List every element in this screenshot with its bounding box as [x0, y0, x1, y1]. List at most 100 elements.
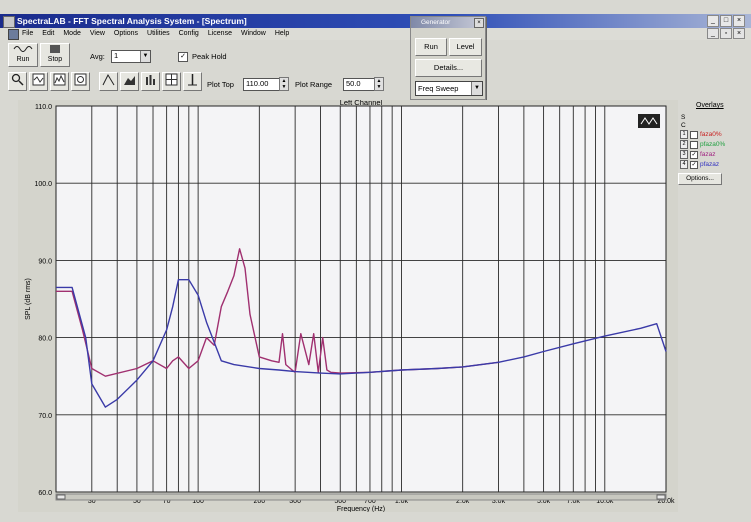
magnifier-icon [11, 73, 24, 86]
menu-utilities[interactable]: Utilities [147, 28, 170, 40]
y-axis-label: SPL (dB rms) [25, 278, 32, 320]
overlay-checkbox[interactable]: ✓ [690, 150, 698, 159]
overlays-title[interactable]: Overlays [696, 102, 724, 109]
menu-window[interactable]: Window [241, 28, 266, 40]
marker-button[interactable] [183, 72, 202, 91]
plot-top-input[interactable]: 110.00 [243, 78, 280, 91]
x-scrollbar [55, 493, 667, 501]
generator-panel: Generator × Run Level Details... Freq Sw… [410, 16, 486, 100]
menu-license[interactable]: License [208, 28, 232, 40]
spectrum-view-button[interactable] [50, 72, 69, 91]
overlay-checkbox[interactable] [690, 140, 698, 149]
oscilloscope-icon [32, 73, 45, 86]
menu-mode[interactable]: Mode [63, 28, 81, 40]
overlay-number: 4 [680, 160, 688, 169]
stop-icon [50, 45, 60, 53]
marker-icon [188, 74, 197, 86]
avg-value: 1 [114, 51, 119, 60]
menu-edit[interactable]: Edit [42, 28, 54, 40]
spectrum-chart[interactable]: 110.0100.090.080.070.060.030 50 70 100 200 30… [18, 98, 678, 513]
spectrum-plot-area: 110.0 100.0 90.0 80.0 70.0 60.0 30 50 70 100 200 30… [18, 98, 678, 513]
zoom-button[interactable] [8, 72, 27, 91]
overlay-label: faza0% [700, 131, 722, 138]
overlays-panel: Overlays S C 1 faza0% 2 pfaza0% 3 ✓ faza… [678, 100, 748, 200]
overlay-item-2[interactable]: 2 pfaza0% [680, 140, 725, 149]
stop-button[interactable]: Stop [40, 43, 70, 67]
area-mode-button[interactable] [120, 72, 139, 91]
plot-range-input[interactable]: 50.0 [343, 78, 375, 91]
plot-background [55, 105, 667, 493]
overlay-number: 1 [680, 130, 688, 139]
app-title-bar: SpectraLAB - FFT Spectral Analysis Syste… [0, 14, 751, 28]
waveform-icon [13, 46, 33, 52]
doc-minimize-icon[interactable]: _ [707, 28, 719, 39]
peak-hold-label: Peak Hold [192, 52, 227, 61]
plot-top-value: 110.00 [246, 79, 269, 88]
doc-restore-icon[interactable]: ▫ [720, 28, 732, 39]
menu-options[interactable]: Options [114, 28, 138, 40]
overlay-label: fazaz [700, 151, 716, 158]
plot-range-spinner[interactable]: ▲ ▼ [374, 77, 384, 91]
avg-select[interactable]: 1 ▼ [111, 50, 151, 63]
generator-details-button[interactable]: Details... [415, 59, 482, 77]
generator-title: Generator [421, 19, 451, 26]
window-controls: _ □ × [707, 15, 745, 27]
line-mode-button[interactable] [99, 72, 118, 91]
plot-top-label: Plot Top [207, 80, 234, 89]
plot-tool-icon [638, 114, 660, 128]
plot-range-value: 50.0 [346, 79, 361, 88]
overlay-number: 2 [680, 140, 688, 149]
phase-view-button[interactable] [71, 72, 90, 91]
overlays-options-button[interactable]: Options... [678, 173, 722, 185]
y-tick-label: 100.0 [34, 181, 52, 188]
mountain-icon [124, 76, 135, 85]
scroll-right-arrow [656, 494, 666, 500]
grid-button[interactable] [162, 72, 181, 91]
overlay-checkbox[interactable] [690, 130, 698, 139]
document-icon[interactable] [8, 29, 19, 40]
x-axis-label: Frequency (Hz) [337, 506, 385, 512]
close-icon[interactable]: × [733, 15, 745, 27]
peak-line-icon [102, 73, 115, 86]
grid-icon [165, 73, 178, 86]
doc-close-icon[interactable]: × [733, 28, 745, 39]
overlay-number: 3 [680, 150, 688, 159]
generator-mode-select[interactable]: Freq Sweep ▼ [415, 81, 483, 96]
bars-icon [146, 75, 155, 85]
peak-hold-checkbox[interactable]: ✓ [178, 52, 188, 62]
app-icon [3, 16, 15, 28]
document-window-controls: _ ▫ × [707, 28, 745, 39]
chart-title: Left Channel [340, 100, 383, 107]
overlays-col-c: C [681, 122, 686, 129]
menu-help[interactable]: Help [275, 28, 289, 40]
overlay-checkbox[interactable]: ✓ [690, 160, 698, 169]
bar-mode-button[interactable] [141, 72, 160, 91]
generator-level-button[interactable]: Level [449, 38, 482, 56]
menu-config[interactable]: Config [179, 28, 199, 40]
y-tick-label: 80.0 [38, 336, 52, 343]
chevron-down-icon: ▼ [140, 51, 150, 62]
stop-button-label: Stop [47, 56, 63, 63]
chevron-down-icon: ▼ [471, 82, 482, 95]
overlay-item-3[interactable]: 3 ✓ fazaz [680, 150, 716, 159]
menu-view[interactable]: View [90, 28, 105, 40]
y-tick-label: 110.0 [35, 104, 52, 111]
window-title: SpectraLAB - FFT Spectral Analysis Syste… [17, 16, 247, 26]
run-button[interactable]: Run [8, 43, 38, 67]
minimize-icon[interactable]: _ [707, 15, 719, 27]
plot-top-spinner[interactable]: ▲ ▼ [279, 77, 289, 91]
menu-file[interactable]: File [22, 28, 33, 40]
phase-icon [74, 73, 87, 86]
overlay-item-1[interactable]: 1 faza0% [680, 130, 722, 139]
run-button-label: Run [16, 56, 30, 63]
y-tick-label: 60.0 [38, 490, 52, 497]
plot-range-label: Plot Range [295, 80, 333, 89]
scope-view-button[interactable] [29, 72, 48, 91]
maximize-icon[interactable]: □ [720, 15, 732, 27]
generator-mode-value: Freq Sweep [418, 84, 459, 93]
generator-run-button[interactable]: Run [415, 38, 447, 56]
generator-close-icon[interactable]: × [474, 18, 484, 28]
generator-title-bar[interactable]: Generator × [411, 17, 485, 28]
overlay-item-4[interactable]: 4 ✓ pfazaz [680, 160, 719, 169]
avg-label: Avg: [90, 52, 105, 61]
